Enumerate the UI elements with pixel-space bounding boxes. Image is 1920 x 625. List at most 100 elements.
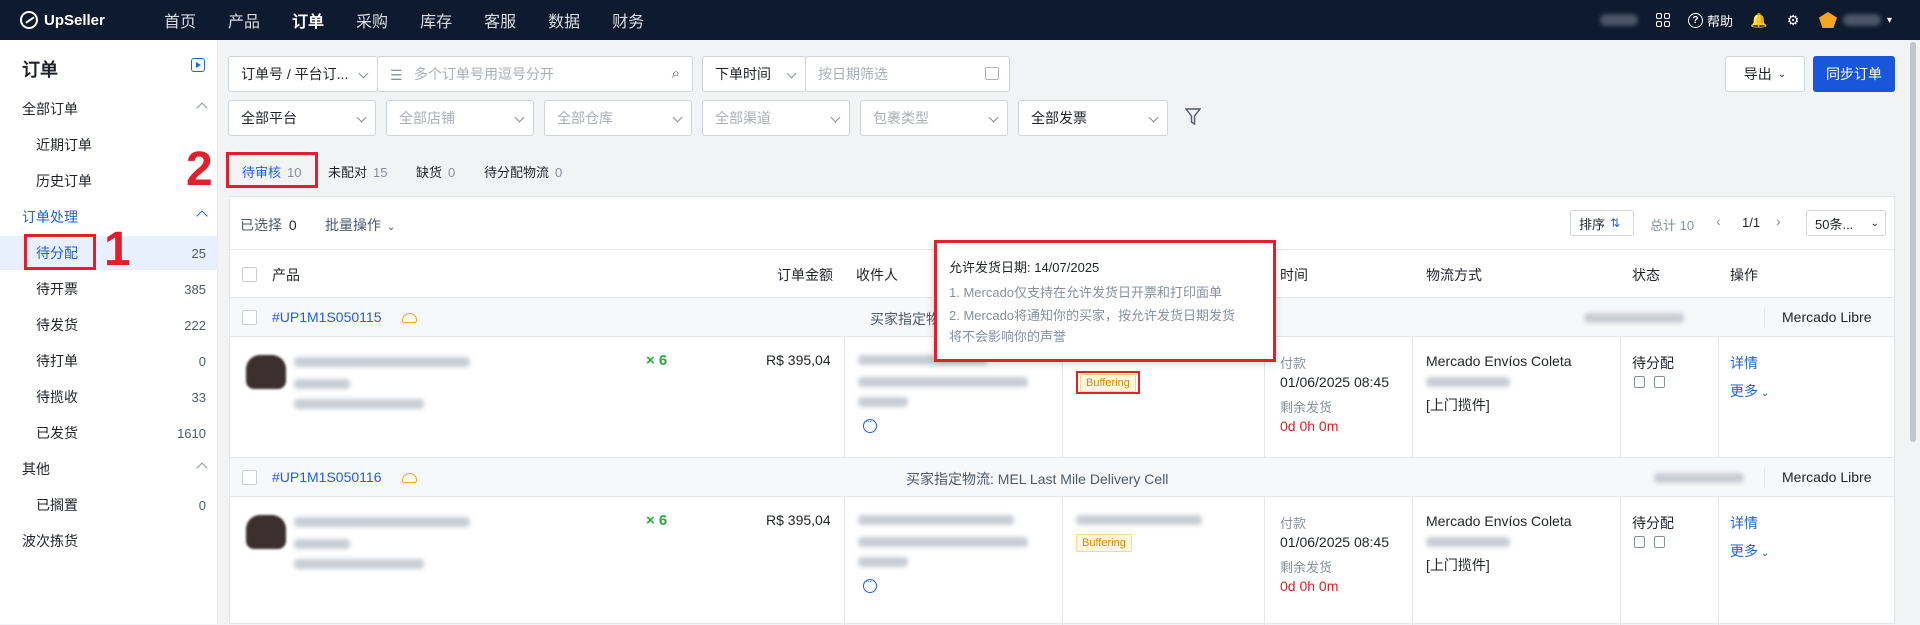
apps-grid-icon[interactable] <box>1655 13 1670 27</box>
chevron-down-icon <box>672 112 683 123</box>
blurred-sku <box>294 517 470 527</box>
export-button[interactable]: 导出 ⌄ <box>1725 56 1805 92</box>
warehouse-select[interactable]: 全部仓库 <box>544 100 692 136</box>
nav-data[interactable]: 数据 <box>548 8 580 32</box>
remaining-time: 0d 0h 0m <box>1280 418 1339 434</box>
sidebar-item-shelved[interactable]: 已搁置 0 <box>0 488 218 522</box>
filter-icon[interactable] <box>1185 108 1201 126</box>
tab-pending-logistics[interactable]: 待分配物流 0 <box>484 162 562 181</box>
sidebar-item-pending-print[interactable]: 待打单 0 <box>0 344 218 378</box>
sort-button[interactable]: 排序 ⇅ <box>1570 210 1634 236</box>
divider <box>1412 337 1413 457</box>
order-checkbox[interactable] <box>242 470 257 485</box>
tab-pending-review[interactable]: 待审核 10 <box>242 162 301 181</box>
bell-icon[interactable]: 🔔 <box>1750 12 1767 28</box>
annotation-number-2: 2 <box>186 143 213 196</box>
channel-placeholder: 全部渠道 <box>715 110 771 126</box>
list-icon: ☰ <box>390 67 403 83</box>
sidebar-item-pending-shipment[interactable]: 待发货 222 <box>0 308 218 342</box>
document-icon[interactable] <box>1654 536 1665 548</box>
platform-label: Mercado Libre <box>1782 469 1872 485</box>
channel-select[interactable]: 全部渠道 <box>702 100 850 136</box>
sidebar-item-pending-invoice[interactable]: 待开票 385 <box>0 272 218 306</box>
shop-placeholder: 全部店铺 <box>399 110 455 126</box>
page-size-select[interactable]: 50条... ⌄ <box>1806 210 1886 236</box>
product-image <box>246 355 286 389</box>
selected-indicator: 已选择 0 <box>240 215 297 235</box>
detail-link[interactable]: 详情 <box>1730 513 1758 533</box>
document-icon[interactable] <box>1654 376 1665 388</box>
chevron-up-icon <box>196 210 208 222</box>
prev-page-icon[interactable]: ‹ <box>1716 213 1721 229</box>
chat-icon[interactable] <box>863 576 877 593</box>
tab-count: 0 <box>555 165 563 180</box>
select-all-checkbox[interactable] <box>242 267 257 282</box>
package-type-select[interactable]: 包裹类型 <box>860 100 1008 136</box>
sync-orders-button[interactable]: 同步订单 <box>1813 56 1895 92</box>
sidebar-item-shipped[interactable]: 已发货 1610 <box>0 416 218 450</box>
selected-label: 已选择 <box>240 217 282 233</box>
order-checkbox[interactable] <box>242 310 257 325</box>
order-amount: R$ 395,04 <box>766 352 831 368</box>
column-logistics: 物流方式 <box>1426 267 1482 283</box>
next-page-icon[interactable]: › <box>1776 213 1781 229</box>
cloud-sync-icon <box>402 313 417 323</box>
blurred-address <box>858 557 908 567</box>
help-button[interactable]: ? 帮助 <box>1687 11 1733 30</box>
barcode-icon[interactable] <box>1634 376 1645 388</box>
chevron-down-icon <box>514 112 525 123</box>
sidebar: 订单 全部订单 近期订单 历史订单 订单处理 待分配 25 待开票 385 待发… <box>0 40 218 624</box>
bulk-actions-dropdown[interactable]: 批量操作 ⌄ <box>325 215 395 235</box>
upseller-logo[interactable]: UpSeller <box>20 11 132 29</box>
nav-finance[interactable]: 财务 <box>612 8 644 32</box>
more-link[interactable]: 更多 ⌄ <box>1730 541 1769 561</box>
nav-purchase[interactable]: 采购 <box>356 8 388 32</box>
sidebar-item-label: 近期订单 <box>36 137 92 153</box>
order-id-link[interactable]: #UP1M1S050115 <box>272 309 381 325</box>
blurred-receiver <box>858 515 1014 525</box>
gear-icon[interactable]: ⚙ <box>1785 12 1801 28</box>
search-icon[interactable]: ⌕ <box>672 65 680 82</box>
tooltip-line: 将不会影响你的声誉 <box>949 329 1067 344</box>
sidebar-item-count: 1610 <box>177 425 206 441</box>
divider <box>844 337 845 457</box>
time-type-select[interactable]: 下单时间 <box>702 56 806 92</box>
calendar-icon <box>985 67 999 80</box>
shop-select[interactable]: 全部店铺 <box>386 100 534 136</box>
detail-link[interactable]: 详情 <box>1730 353 1758 373</box>
page-scrollbar[interactable] <box>1910 42 1916 442</box>
order-id-link[interactable]: #UP1M1S050116 <box>272 469 381 485</box>
nav-home[interactable]: 首页 <box>164 8 196 32</box>
platform-select[interactable]: 全部平台 <box>228 100 376 136</box>
sidebar-group-other[interactable]: 其他 <box>0 452 218 486</box>
barcode-icon[interactable] <box>1634 536 1645 548</box>
sidebar-item-label: 待开票 <box>36 281 78 297</box>
search-type-select[interactable]: 订单号 / 平台订... <box>228 56 378 92</box>
cloud-sync-icon <box>402 473 417 483</box>
invoice-value: 全部发票 <box>1031 110 1087 126</box>
tab-count: 10 <box>287 165 302 180</box>
nav-orders[interactable]: 订单 <box>292 8 324 32</box>
invoice-select[interactable]: 全部发票 <box>1018 100 1168 136</box>
nav-products[interactable]: 产品 <box>228 8 260 32</box>
tab-unpaired[interactable]: 未配对 15 <box>328 162 387 181</box>
chat-icon[interactable] <box>863 416 877 433</box>
chevron-up-icon <box>196 462 208 474</box>
date-placeholder: 按日期筛选 <box>818 66 888 82</box>
nav-customer-service[interactable]: 客服 <box>484 8 516 32</box>
search-type-value: 订单号 / 平台订... <box>241 66 349 82</box>
sidebar-item-wave-picking[interactable]: 波次拣货 <box>0 524 218 558</box>
nav-inventory[interactable]: 库存 <box>420 8 452 32</box>
column-action: 操作 <box>1730 267 1758 283</box>
sidebar-group-all-orders[interactable]: 全部订单 <box>0 92 218 126</box>
pay-time: 01/06/2025 08:45 <box>1280 374 1389 390</box>
pickup-label: [上门揽件] <box>1426 397 1490 413</box>
more-link[interactable]: 更多 ⌄ <box>1730 381 1769 401</box>
search-input[interactable]: ☰ 多个订单号用逗号分开 ⌕ <box>377 56 693 92</box>
tab-out-of-stock[interactable]: 缺货 0 <box>416 162 455 181</box>
user-menu[interactable]: ▾ <box>1818 12 1892 28</box>
date-range-input[interactable]: 按日期筛选 <box>805 56 1010 92</box>
sidebar-item-pending-pickup[interactable]: 待揽收 33 <box>0 380 218 414</box>
collapse-sidebar-icon[interactable] <box>191 58 205 72</box>
group-label: 全部订单 <box>22 101 78 117</box>
